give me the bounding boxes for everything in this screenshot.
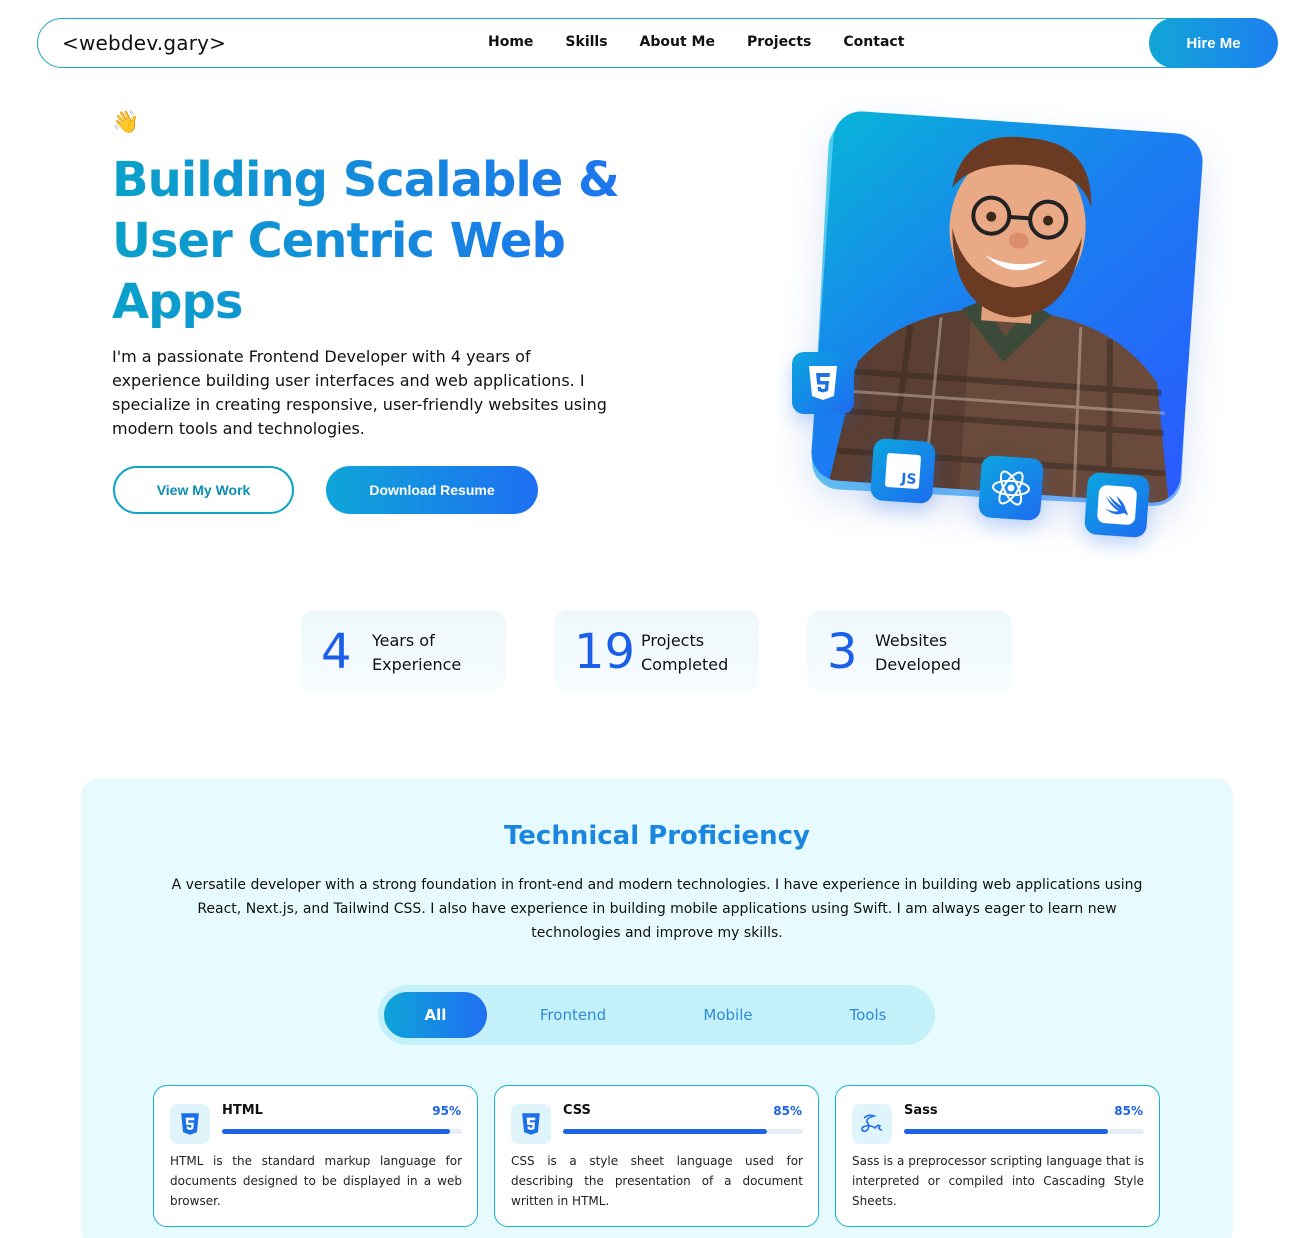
hero-card-front (809, 109, 1205, 505)
skill-progress-track (904, 1129, 1144, 1134)
skills-title: Technical Proficiency (503, 821, 811, 851)
skill-description: Sass is a preprocessor scripting languag… (852, 1154, 1144, 1208)
skill-progress-fill (563, 1129, 767, 1134)
stat-label: Years of Experience (372, 631, 462, 674)
javascript-icon-label: JS (900, 470, 917, 488)
nav-links: Home Skills About Me Projects Contact (488, 34, 904, 50)
tab-tools[interactable]: Tools (808, 992, 928, 1038)
nav-link-skills[interactable]: Skills (565, 34, 607, 50)
html5-badge (792, 352, 854, 414)
hero-description: I'm a passionate Frontend Developer with… (112, 347, 607, 438)
javascript-icon: JS (884, 452, 922, 490)
stat-projects: 19 Projects Completed (554, 610, 759, 692)
stat-number: 19 (574, 624, 636, 680)
hero-illustration: JS (780, 100, 1240, 560)
download-resume-button[interactable]: Download Resume (326, 466, 538, 514)
skill-description: HTML is the standard markup language for… (170, 1154, 462, 1208)
html5-icon (809, 366, 837, 400)
react-icon (992, 470, 1030, 506)
skill-card-html: HTML 95% HTML is the standard markup lan… (153, 1085, 478, 1227)
sass-icon-glyph (861, 1114, 883, 1133)
developer-avatar (829, 136, 1169, 504)
stat-websites: 3 Websites Developed (807, 610, 1012, 692)
skill-name: CSS (563, 1103, 591, 1118)
skill-progress-track (563, 1129, 803, 1134)
tab-mobile[interactable]: Mobile (668, 992, 788, 1038)
view-my-work-button[interactable]: View My Work (113, 466, 294, 514)
swift-bird-icon (1104, 495, 1128, 516)
javascript-badge: JS (869, 437, 937, 505)
skills-section: Technical Proficiency A versatile develo… (81, 778, 1233, 1238)
swift-icon (1096, 484, 1138, 526)
stat-label: Projects Completed (641, 631, 729, 674)
stat-label: Websites Developed (875, 631, 961, 674)
skills-filter-tabs: All Frontend Mobile Tools (378, 985, 935, 1045)
skill-name: Sass (904, 1103, 938, 1118)
html5-icon-glyph (181, 1113, 199, 1135)
skill-percent: 85% (1114, 1104, 1143, 1118)
tab-all[interactable]: All (384, 992, 487, 1038)
react-badge (977, 454, 1045, 522)
site-logo[interactable]: <webdev.gary> (62, 31, 226, 55)
css3-icon-glyph (522, 1113, 540, 1135)
html5-icon (170, 1104, 210, 1144)
nav-link-projects[interactable]: Projects (747, 34, 811, 50)
skill-progress-fill (904, 1129, 1108, 1134)
skill-percent: 95% (432, 1104, 461, 1118)
sass-icon (852, 1104, 892, 1144)
skill-description: CSS is a style sheet language used for d… (511, 1154, 803, 1208)
stat-number: 4 (321, 624, 352, 680)
skill-name: HTML (222, 1103, 263, 1118)
waving-hand-icon: 👋 (112, 110, 140, 135)
skill-card-sass: Sass 85% Sass is a preprocessor scriptin… (835, 1085, 1160, 1227)
skill-progress-fill (222, 1129, 450, 1134)
tab-frontend[interactable]: Frontend (513, 992, 633, 1038)
nav-link-about[interactable]: About Me (640, 34, 715, 50)
hire-me-button[interactable]: Hire Me (1149, 18, 1278, 68)
swift-badge (1083, 471, 1151, 539)
skill-progress-track (222, 1129, 462, 1134)
skills-description: A versatile developer with a strong foun… (171, 877, 1143, 941)
hero-title: Building Scalable & User Centric Web App… (112, 150, 632, 333)
skill-percent: 85% (773, 1104, 802, 1118)
stat-years: 4 Years of Experience (301, 610, 506, 692)
css3-icon (511, 1104, 551, 1144)
top-navbar: <webdev.gary> Home Skills About Me Proje… (37, 18, 1278, 68)
nav-link-contact[interactable]: Contact (843, 34, 904, 50)
nav-link-home[interactable]: Home (488, 34, 533, 50)
stat-number: 3 (827, 624, 858, 680)
skill-card-css: CSS 85% CSS is a style sheet language us… (494, 1085, 819, 1227)
